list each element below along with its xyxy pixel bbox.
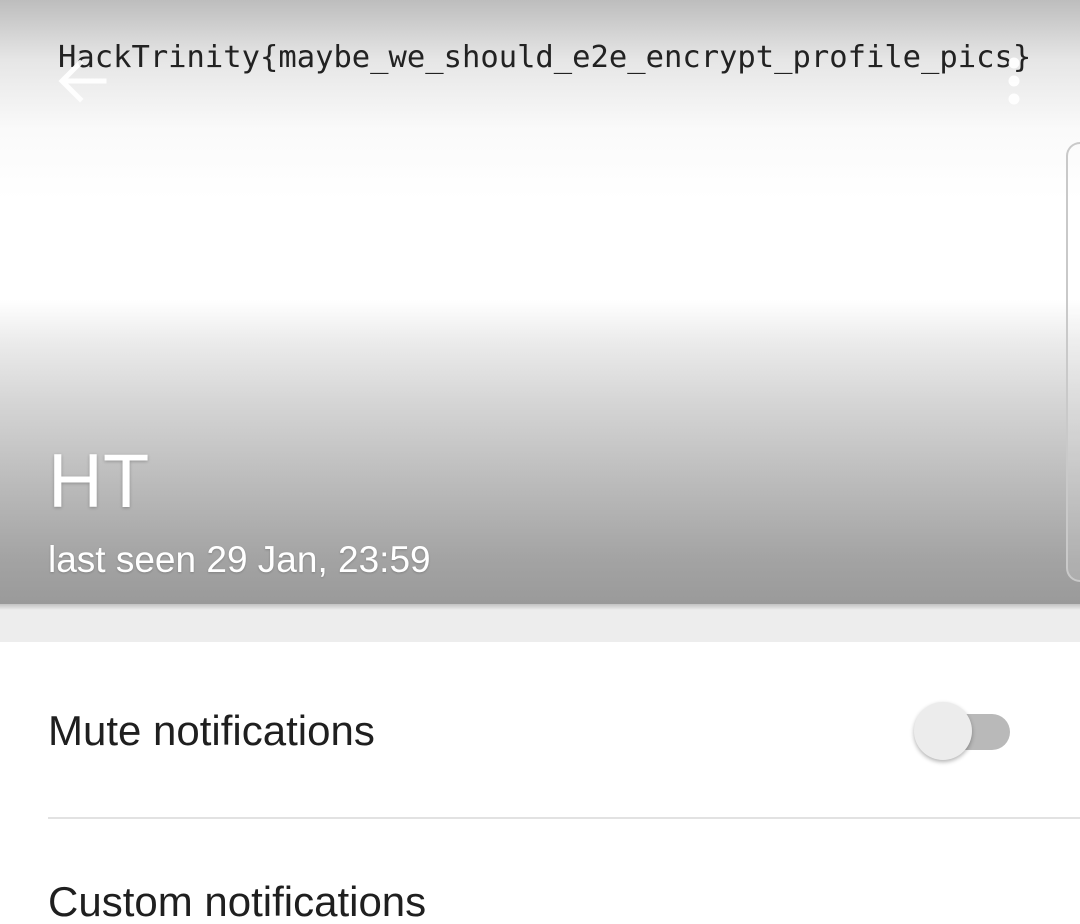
arrow-left-icon [58,59,107,103]
contact-name: HT [48,439,150,524]
more-options-button[interactable] [996,50,1032,112]
mute-notifications-label: Mute notifications [48,707,375,754]
profile-photo-text: HackTrinity{maybe_we_should_e2e_encrypt_… [58,40,1032,75]
edge-panel-handle[interactable] [1066,142,1080,582]
toggle-thumb [914,702,972,760]
mute-notifications-toggle[interactable] [912,697,1012,763]
last-seen-status: last seen 29 Jan, 23:59 [48,539,431,580]
mute-notifications-row[interactable]: Mute notifications [0,642,1080,817]
back-button[interactable] [52,50,114,112]
header-shadow [0,604,1080,610]
contact-info-screen: HackTrinity{maybe_we_should_e2e_encrypt_… [0,0,1080,924]
more-vertical-icon [1008,57,1020,105]
notification-settings: Mute notifications Custom notifications [0,642,1080,924]
profile-photo-header[interactable]: HackTrinity{maybe_we_should_e2e_encrypt_… [0,0,1080,604]
custom-notifications-label: Custom notifications [48,878,427,924]
custom-notifications-row[interactable]: Custom notifications [0,819,1080,924]
